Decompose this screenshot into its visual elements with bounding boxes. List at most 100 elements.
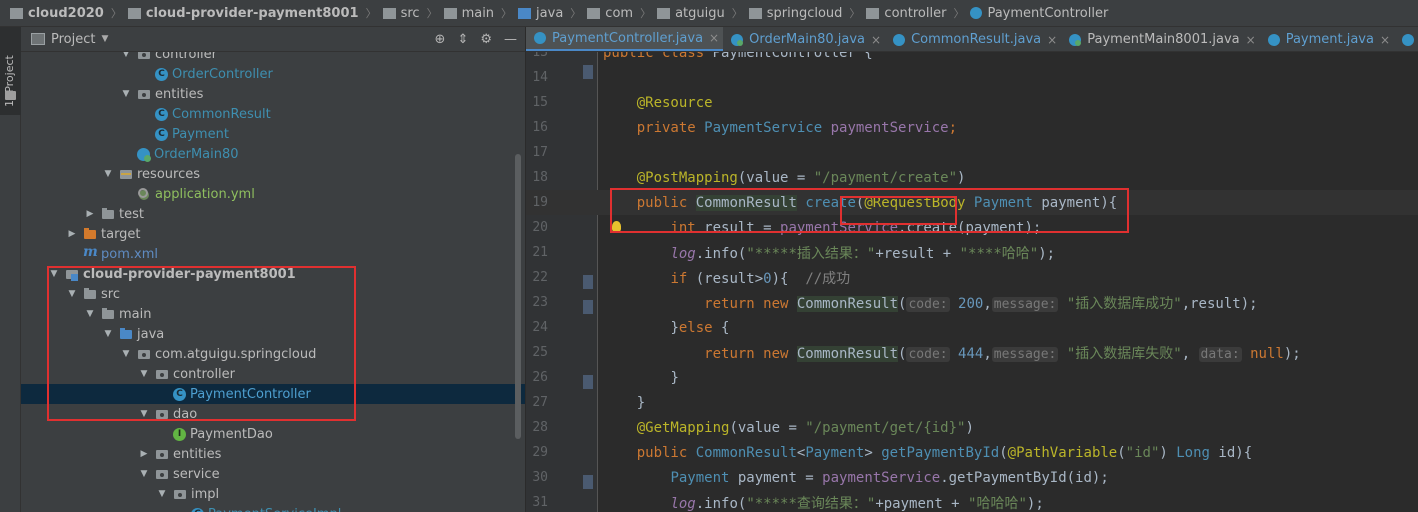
code-text: public CommonResult create(@RequestBody … [603, 194, 1117, 211]
breadcrumb-item[interactable]: main 〉 [438, 0, 512, 26]
breadcrumb-item[interactable]: controller 〉 [860, 0, 964, 26]
tree-item[interactable]: PaymentDao [21, 424, 525, 444]
class-icon [534, 32, 546, 44]
close-icon[interactable]: × [709, 31, 719, 45]
breadcrumb-item[interactable]: cloud2020 〉 [4, 0, 122, 26]
breadcrumb-item[interactable]: src 〉 [377, 0, 438, 26]
tree-item[interactable]: ▼ entities [21, 84, 525, 104]
code-token: return new [704, 295, 797, 312]
chevron-right-icon[interactable]: ▶ [85, 209, 95, 219]
code-line[interactable]: 27 } [526, 390, 1418, 415]
breadcrumb-item[interactable]: com 〉 [581, 0, 651, 26]
chevron-down-icon[interactable]: ▼ [121, 52, 131, 59]
close-icon[interactable]: × [1246, 33, 1256, 47]
tree-item[interactable]: ▼ resources [21, 164, 525, 184]
code-line[interactable]: 20 int result = paymentService.create(pa… [526, 215, 1418, 240]
tree-item[interactable]: ▼ controller [21, 52, 525, 64]
project-tool-tab[interactable]: 1: Project [0, 27, 21, 115]
editor-tab[interactable]: OrderMain80.java × [723, 27, 885, 51]
editor-tab[interactable]: PaymentMain8001.java × [1061, 27, 1259, 51]
code-line[interactable]: 15 @Resource [526, 90, 1418, 115]
editor-tab[interactable]: Payment.java × [1260, 27, 1394, 51]
breadcrumb-item[interactable]: atguigu 〉 [651, 0, 743, 26]
code-token: "*****查询结果：" [746, 495, 876, 512]
chevron-down-icon[interactable]: ▼ [139, 469, 149, 479]
chevron-down-icon[interactable]: ▼ [121, 349, 131, 359]
tree-item[interactable]: pom.xml [21, 244, 525, 264]
project-tree-scrollbar[interactable] [515, 154, 521, 439]
tree-item[interactable]: ▼ src [21, 284, 525, 304]
tree-item[interactable]: ▼ java [21, 324, 525, 344]
code-line[interactable]: 22 if (result>0){ //成功 [526, 265, 1418, 290]
chevron-down-icon[interactable]: ▼ [103, 169, 113, 179]
chevron-down-icon[interactable]: ▼ [85, 309, 95, 319]
chevron-down-icon[interactable]: ▼ [101, 34, 108, 44]
code-line[interactable]: 28 @GetMapping(value = "/payment/get/{id… [526, 415, 1418, 440]
chevron-down-icon[interactable]: ▼ [139, 409, 149, 419]
code-line[interactable]: 18 @PostMapping(value = "/payment/create… [526, 165, 1418, 190]
tree-item[interactable]: ▼ cloud-provider-payment8001 [21, 264, 525, 284]
chevron-down-icon[interactable]: ▼ [103, 329, 113, 339]
code-line[interactable]: 21 log.info("*****插入结果："+result + "****哈… [526, 240, 1418, 265]
close-icon[interactable]: × [1380, 33, 1390, 47]
code-text: } [603, 370, 678, 386]
editor-tab[interactable]: Applicatio [1394, 27, 1418, 51]
chevron-down-icon[interactable]: ▼ [157, 489, 167, 499]
parameter-hint: code: [906, 296, 950, 312]
editor-tab[interactable]: PaymentController.java × [526, 27, 724, 51]
close-icon[interactable]: × [1047, 33, 1057, 47]
tree-item[interactable]: OrderMain80 [21, 144, 525, 164]
chevron-right-icon[interactable]: ▶ [139, 449, 149, 459]
code-token: Payment [805, 444, 865, 461]
code-line[interactable]: 31 log.info("*****查询结果："+payment + "哈哈哈"… [526, 490, 1418, 512]
chevron-down-icon[interactable]: ▼ [121, 89, 131, 99]
code-line[interactable]: 17 [526, 140, 1418, 165]
tree-item[interactable]: CommonResult [21, 104, 525, 124]
tree-item[interactable]: ▼ dao [21, 404, 525, 424]
gear-icon[interactable]: ⚙ [480, 32, 492, 47]
tree-item[interactable]: ▶ target [21, 224, 525, 244]
breadcrumb-item[interactable]: springcloud 〉 [743, 0, 860, 26]
tree-item[interactable]: ▼ controller [21, 364, 525, 384]
lightbulb-icon[interactable] [612, 221, 621, 232]
code-line[interactable]: 26 } [526, 365, 1418, 390]
tree-item[interactable]: PaymentServiceImpl [21, 504, 525, 512]
editor-tab[interactable]: CommonResult.java × [885, 27, 1061, 51]
code-line[interactable]: 29 public CommonResult<Payment> getPayme… [526, 440, 1418, 465]
tree-item[interactable]: Payment [21, 124, 525, 144]
code-line[interactable]: 13 public class PaymentController { [526, 52, 1418, 65]
line-number: 27 [532, 395, 548, 410]
project-view-selector[interactable]: Project [51, 32, 95, 47]
code-line[interactable]: 16 private PaymentService paymentService… [526, 115, 1418, 140]
collapse-all-icon[interactable]: ⇕ [457, 32, 468, 47]
chevron-right-icon[interactable]: ▶ [67, 229, 77, 239]
locate-icon[interactable]: ⊕ [435, 32, 446, 47]
chevron-down-icon[interactable]: ▼ [49, 269, 59, 279]
code-line[interactable]: 30 Payment payment = paymentService.getP… [526, 465, 1418, 490]
tree-item[interactable]: PaymentController [21, 384, 525, 404]
breadcrumb-item[interactable]: cloud-provider-payment8001 〉 [122, 0, 377, 26]
breadcrumb-item[interactable]: java 〉 [512, 0, 581, 26]
chevron-down-icon[interactable]: ▼ [139, 369, 149, 379]
tree-item[interactable]: ▼ impl [21, 484, 525, 504]
code-token: ); [1283, 345, 1301, 362]
code-line[interactable]: 14 [526, 65, 1418, 90]
tree-item[interactable]: OrderController [21, 64, 525, 84]
code-line[interactable]: 25 return new CommonResult(code: 444, mes… [526, 340, 1418, 365]
code-view[interactable]: 13 public class PaymentController {14 15 @… [526, 52, 1418, 512]
close-icon[interactable]: × [871, 33, 881, 47]
code-line[interactable]: 23 return new CommonResult(code: 200, mes… [526, 290, 1418, 315]
tree-item[interactable]: ▼ main [21, 304, 525, 324]
code-line[interactable]: 24 }else { [526, 315, 1418, 340]
tree-item[interactable]: ▶ entities [21, 444, 525, 464]
tree-item[interactable]: ▶ test [21, 204, 525, 224]
tree-item[interactable]: ▼ service [21, 464, 525, 484]
tree-item[interactable]: application.yml [21, 184, 525, 204]
tree-item[interactable]: ▼ com.atguigu.springcloud [21, 344, 525, 364]
code-token: PaymentController { [712, 52, 873, 61]
chevron-down-icon[interactable]: ▼ [67, 289, 77, 299]
hide-icon[interactable]: — [504, 32, 517, 47]
breadcrumb-item[interactable]: PaymentController [964, 0, 1108, 26]
code-line[interactable]: 19 public CommonResult create(@RequestBo… [526, 190, 1418, 215]
